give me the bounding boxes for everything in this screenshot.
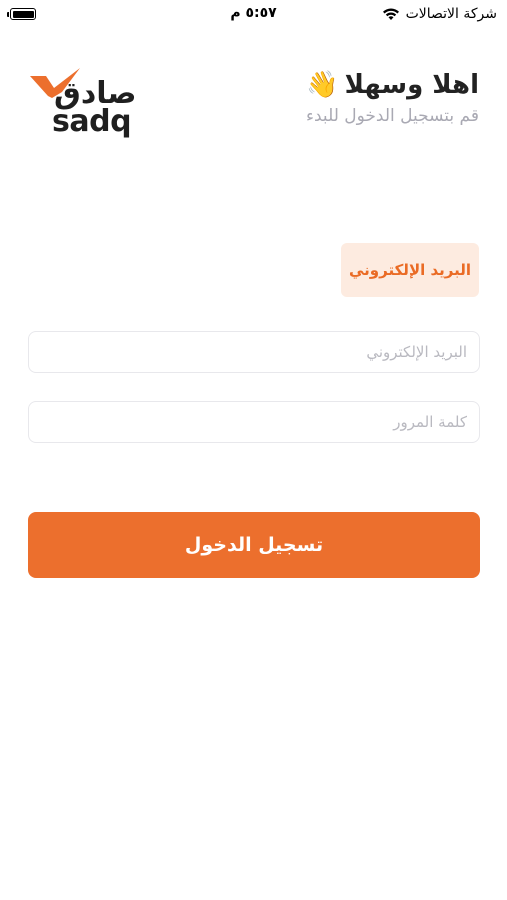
sadq-logo: صادق sadq xyxy=(28,66,136,139)
status-right: شركة الاتصالات xyxy=(382,6,497,22)
status-time: ٥:٥٧ م xyxy=(230,5,277,21)
logo-english-text: sadq xyxy=(52,104,132,139)
login-screen: ٥:٥٧ م شركة الاتصالات صادق sadq اهلا وسه… xyxy=(0,0,507,900)
welcome-block: اهلا وسهلا 👋 قم بتسجيل الدخول للبدء xyxy=(306,70,479,126)
battery-icon xyxy=(7,8,36,20)
welcome-title-text: اهلا وسهلا xyxy=(344,70,479,100)
battery-indicator xyxy=(7,8,36,20)
password-field-container xyxy=(28,401,480,443)
wifi-icon xyxy=(382,8,399,20)
password-field[interactable] xyxy=(29,402,479,442)
welcome-subtitle: قم بتسجيل الدخول للبدء xyxy=(306,106,479,126)
status-bar: ٥:٥٧ م شركة الاتصالات xyxy=(0,0,507,28)
email-field[interactable] xyxy=(29,332,479,372)
carrier-name: شركة الاتصالات xyxy=(405,6,497,22)
tab-email[interactable]: البريد الإلكتروني xyxy=(341,243,479,297)
waving-hand-icon: 👋 xyxy=(306,70,339,100)
login-button[interactable]: تسجيل الدخول xyxy=(28,512,480,578)
tab-email-label: البريد الإلكتروني xyxy=(349,261,471,279)
welcome-title: اهلا وسهلا 👋 xyxy=(306,70,479,100)
email-field-container xyxy=(28,331,480,373)
